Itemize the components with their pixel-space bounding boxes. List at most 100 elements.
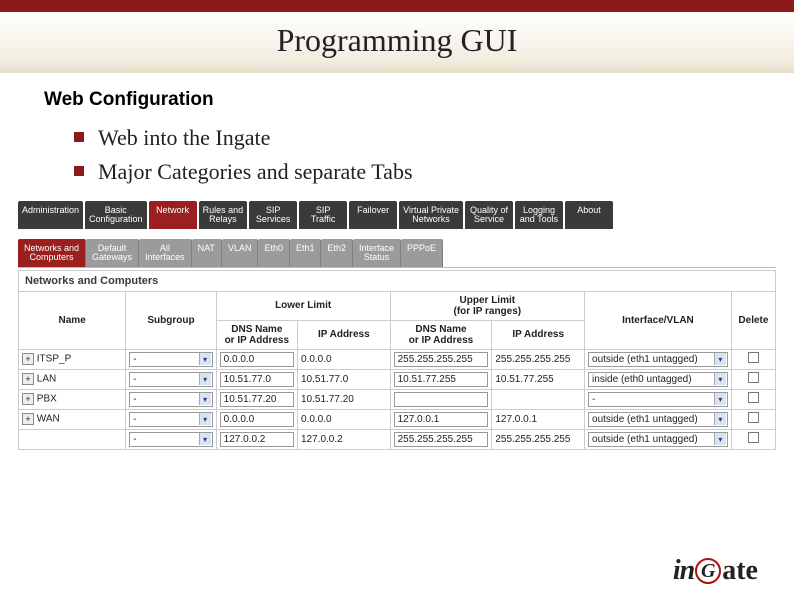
dropdown[interactable]: outside (eth1 untagged)▾ [588, 412, 728, 427]
delete-checkbox[interactable] [748, 372, 759, 383]
main-tab[interactable]: Virtual PrivateNetworks [399, 201, 463, 229]
sub-tab[interactable]: InterfaceStatus [353, 239, 401, 267]
sub-tab[interactable]: AllInterfaces [139, 239, 192, 267]
bullet-item: Major Categories and separate Tabs [74, 159, 750, 185]
bullet-item: Web into the Ingate [74, 125, 750, 151]
dropdown[interactable]: -▾ [129, 412, 212, 427]
bullet-marker [74, 166, 84, 176]
sub-tab[interactable]: PPPoE [401, 239, 443, 267]
th-interface: Interface/VLAN [585, 291, 732, 349]
delete-checkbox[interactable] [748, 412, 759, 423]
text-input[interactable]: 10.51.77.0 [220, 372, 294, 387]
sub-tabs: Networks andComputersDefaultGatewaysAllI… [18, 239, 776, 268]
chevron-down-icon: ▾ [199, 393, 211, 405]
dropdown[interactable]: -▾ [129, 432, 212, 447]
sub-tab[interactable]: Eth0 [258, 239, 290, 267]
expand-button[interactable]: + [22, 413, 34, 425]
upper-ip-cell [492, 389, 585, 409]
row-name: LAN [37, 374, 56, 385]
sub-tab[interactable]: Eth1 [290, 239, 322, 267]
dropdown[interactable]: -▾ [129, 372, 212, 387]
text-input[interactable]: 10.51.77.20 [220, 392, 294, 407]
th-name: Name [19, 291, 126, 349]
main-tab[interactable]: Network [149, 201, 197, 229]
chevron-down-icon: ▾ [199, 413, 211, 425]
upper-ip-cell: 255.255.255.255 [492, 429, 585, 449]
main-tab[interactable]: Failover [349, 201, 397, 229]
page-title: Programming GUI [0, 22, 794, 59]
lower-ip-cell: 0.0.0.0 [297, 349, 390, 369]
bullet-list: Web into the Ingate Major Categories and… [44, 125, 750, 185]
sub-tab[interactable]: DefaultGateways [86, 239, 139, 267]
dropdown[interactable]: outside (eth1 untagged)▾ [588, 432, 728, 447]
table-row: -▾127.0.0.2127.0.0.2255.255.255.255255.2… [19, 429, 776, 449]
expand-button[interactable]: + [22, 353, 34, 365]
logo-pre: in [673, 555, 694, 587]
bullet-text: Web into the Ingate [98, 125, 270, 151]
table-row: + WAN-▾0.0.0.00.0.0.0127.0.0.1127.0.0.1o… [19, 409, 776, 429]
title-band: Programming GUI [0, 12, 794, 73]
upper-ip-cell: 255.255.255.255 [492, 349, 585, 369]
main-tab[interactable]: SIPTraffic [299, 201, 347, 229]
dropdown[interactable]: -▾ [129, 352, 212, 367]
text-input[interactable]: 127.0.0.1 [394, 412, 489, 427]
networks-table: Name Subgroup Lower Limit Upper Limit(fo… [18, 291, 776, 450]
main-tab[interactable]: Quality ofService [465, 201, 513, 229]
sub-tab[interactable]: VLAN [222, 239, 259, 267]
upper-ip-cell: 10.51.77.255 [492, 369, 585, 389]
delete-checkbox[interactable] [748, 352, 759, 363]
chevron-down-icon: ▾ [714, 373, 726, 385]
th-upper: Upper Limit(for IP ranges) [390, 291, 584, 320]
text-input[interactable]: 255.255.255.255 [394, 352, 489, 367]
bullet-marker [74, 132, 84, 142]
th-lower-ip: IP Address [297, 320, 390, 349]
th-delete: Delete [731, 291, 775, 349]
text-input[interactable]: 0.0.0.0 [220, 352, 294, 367]
text-input[interactable] [394, 392, 489, 407]
dropdown[interactable]: inside (eth0 untagged)▾ [588, 372, 728, 387]
text-input[interactable]: 127.0.0.2 [220, 432, 294, 447]
delete-checkbox[interactable] [748, 432, 759, 443]
th-upper-dns: DNS Nameor IP Address [390, 320, 492, 349]
sub-tab[interactable]: Eth2 [321, 239, 353, 267]
sub-tab[interactable]: Networks andComputers [18, 239, 86, 267]
main-tab[interactable]: BasicConfiguration [85, 201, 147, 229]
expand-button[interactable]: + [22, 393, 34, 405]
upper-ip-cell: 127.0.0.1 [492, 409, 585, 429]
chevron-down-icon: ▾ [714, 353, 726, 365]
text-input[interactable]: 255.255.255.255 [394, 432, 489, 447]
chevron-down-icon: ▾ [199, 433, 211, 445]
table-row: + LAN-▾10.51.77.010.51.77.010.51.77.2551… [19, 369, 776, 389]
lower-ip-cell: 10.51.77.20 [297, 389, 390, 409]
panel-title: Networks and Computers [18, 270, 776, 291]
main-tab[interactable]: Rules andRelays [199, 201, 248, 229]
th-subgroup: Subgroup [126, 291, 216, 349]
content: Web Configuration Web into the Ingate Ma… [0, 73, 794, 185]
th-lower-dns: DNS Nameor IP Address [216, 320, 297, 349]
lower-ip-cell: 0.0.0.0 [297, 409, 390, 429]
main-tab[interactable]: About [565, 201, 613, 229]
subheading: Web Configuration [44, 89, 750, 111]
chevron-down-icon: ▾ [714, 413, 726, 425]
row-name: WAN [37, 414, 60, 425]
dropdown[interactable]: -▾ [588, 392, 728, 407]
config-screenshot: AdministrationBasicConfigurationNetworkR… [18, 201, 776, 450]
main-tab[interactable]: Administration [18, 201, 83, 229]
delete-checkbox[interactable] [748, 392, 759, 403]
bullet-text: Major Categories and separate Tabs [98, 159, 413, 185]
chevron-down-icon: ▾ [714, 393, 726, 405]
text-input[interactable]: 0.0.0.0 [220, 412, 294, 427]
th-lower: Lower Limit [216, 291, 390, 320]
logo-mid: G [695, 558, 721, 584]
table-row: + ITSP_P -▾ 0.0.0.00.0.0.0 255.255.255.2552… [19, 349, 776, 369]
dropdown[interactable]: -▾ [129, 392, 212, 407]
text-input[interactable]: 10.51.77.255 [394, 372, 489, 387]
main-tab[interactable]: SIPServices [249, 201, 297, 229]
main-tab[interactable]: Loggingand Tools [515, 201, 563, 229]
chevron-down-icon: ▾ [199, 373, 211, 385]
row-name: ITSP_P [37, 354, 71, 365]
dropdown[interactable]: outside (eth1 untagged)▾ [588, 352, 728, 367]
sub-tab[interactable]: NAT [192, 239, 222, 267]
th-upper-ip: IP Address [492, 320, 585, 349]
expand-button[interactable]: + [22, 373, 34, 385]
